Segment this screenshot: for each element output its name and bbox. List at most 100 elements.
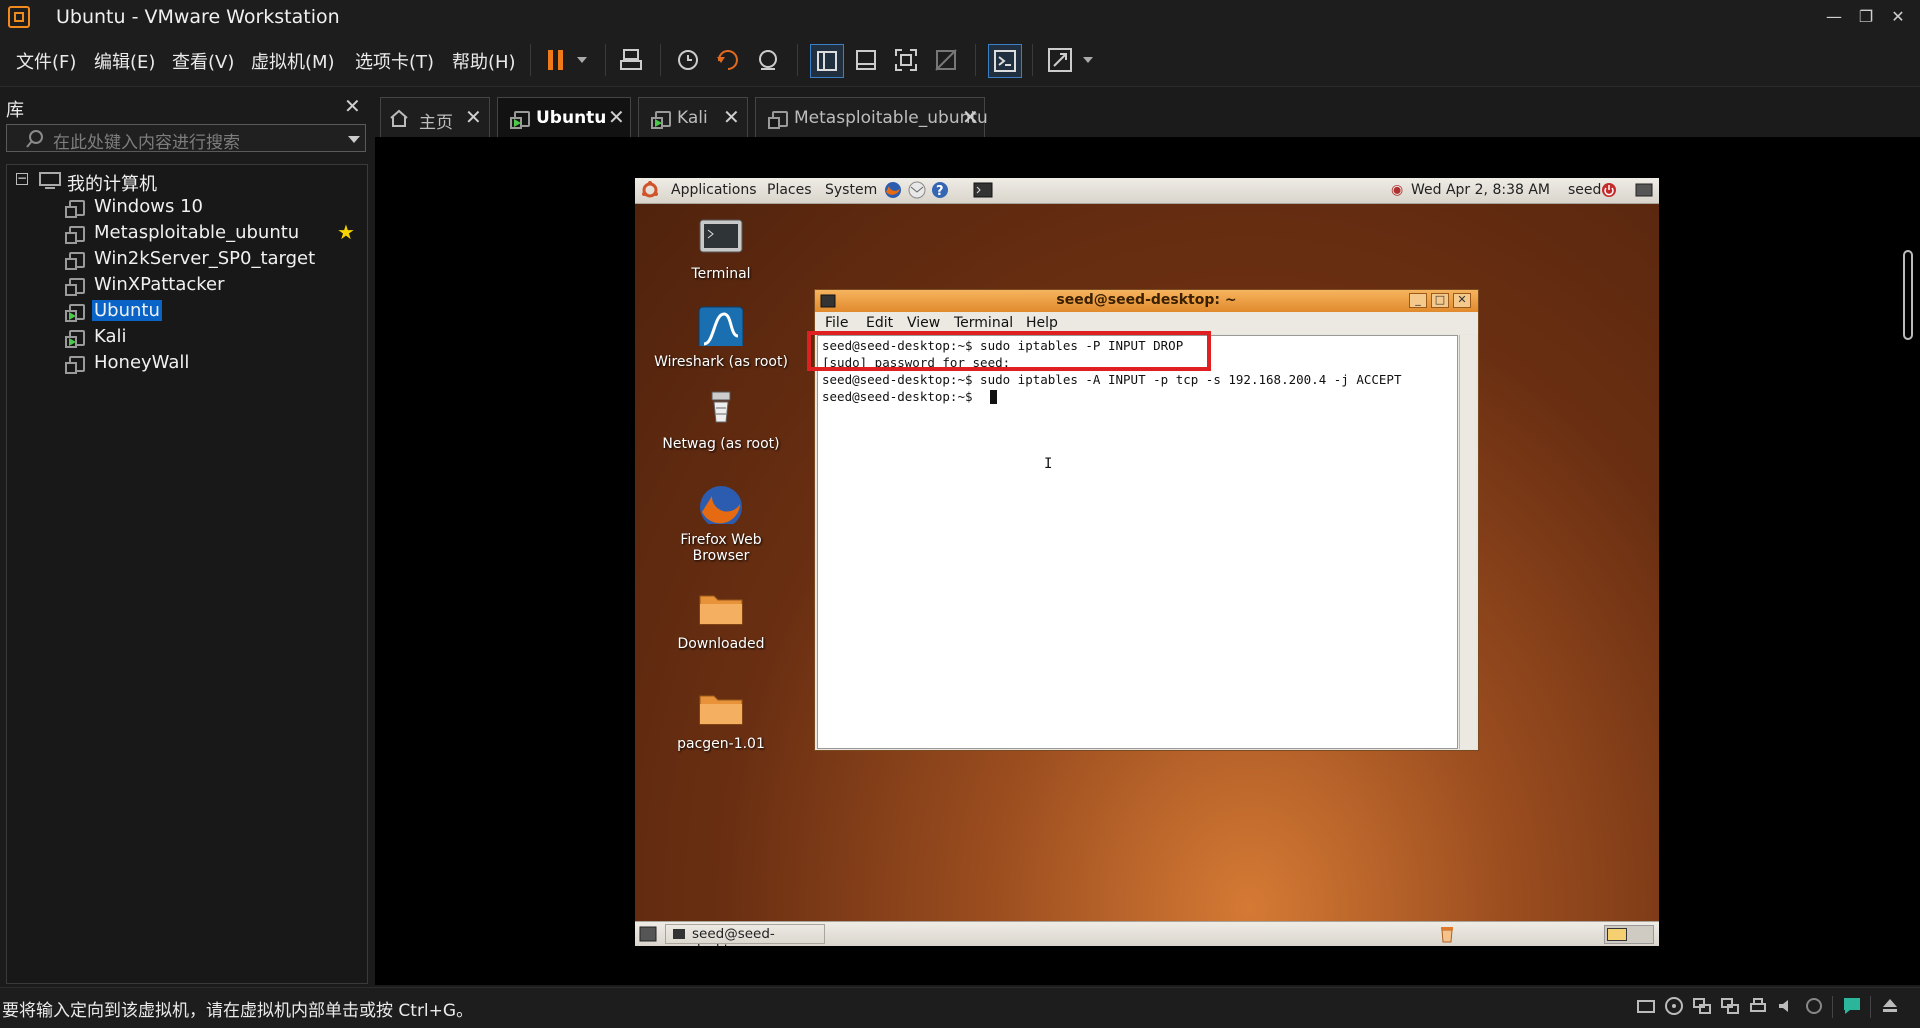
terminal-titlebar[interactable]: seed@seed-desktop: ~ _ □ ✕: [815, 290, 1478, 312]
desktop-icon-pacgen[interactable]: pacgen-1.01: [651, 688, 791, 752]
close-button[interactable]: ✕: [1884, 4, 1912, 30]
terminal-menu-file[interactable]: File: [825, 315, 848, 331]
console-view-icon[interactable]: [988, 44, 1022, 78]
help-icon[interactable]: ?: [931, 181, 949, 199]
tab-close-icon[interactable]: ✕: [723, 105, 740, 129]
desktop-icon-wireshark[interactable]: Wireshark (as root): [651, 306, 791, 370]
snapshot-manager-icon[interactable]: [752, 44, 784, 76]
firefox-icon[interactable]: [883, 180, 903, 200]
tab-label: Ubuntu: [536, 108, 607, 128]
terminal-launcher-icon[interactable]: [973, 182, 993, 198]
pause-icon[interactable]: [540, 44, 572, 76]
network-adapter-icon[interactable]: [1692, 996, 1712, 1016]
vm-item-winxpattacker[interactable]: WinXPattacker: [7, 274, 367, 298]
panel-places[interactable]: Places: [767, 182, 812, 198]
terminal-maximize-button[interactable]: □: [1431, 293, 1449, 308]
printer-icon[interactable]: [1748, 996, 1768, 1016]
vm-item-ubuntu[interactable]: Ubuntu: [7, 300, 367, 324]
workspace-switcher[interactable]: [1604, 925, 1654, 944]
tab-home[interactable]: 主页 ✕: [380, 97, 490, 137]
terminal-title: seed@seed-desktop: ~: [1056, 292, 1237, 308]
message-log-icon[interactable]: [1842, 996, 1862, 1016]
vm-item-windows10[interactable]: Windows 10: [7, 196, 367, 220]
show-library-icon[interactable]: [810, 44, 844, 78]
minimize-button[interactable]: —: [1820, 4, 1848, 30]
hard-disk-icon[interactable]: [1636, 996, 1656, 1016]
send-keys-icon[interactable]: [616, 44, 648, 76]
chevron-down-icon[interactable]: [572, 44, 592, 76]
tab-ubuntu[interactable]: Ubuntu ✕: [497, 97, 631, 137]
fullscreen-icon[interactable]: [890, 44, 922, 76]
terminal-minimize-button[interactable]: _: [1409, 293, 1427, 308]
usb-icon[interactable]: [1804, 996, 1824, 1016]
eject-icon[interactable]: [1880, 996, 1900, 1016]
tab-close-icon[interactable]: ✕: [465, 105, 482, 129]
panel-datetime[interactable]: Wed Apr 2, 8:38 AM: [1411, 182, 1550, 198]
power-icon[interactable]: [1601, 182, 1617, 198]
tab-kali[interactable]: Kali ✕: [638, 97, 748, 137]
terminal-icon: [699, 219, 743, 253]
menu-view[interactable]: 查看(V): [172, 48, 234, 74]
favorite-star-icon[interactable]: ★: [337, 220, 355, 244]
restore-button[interactable]: ❐: [1852, 4, 1880, 30]
menu-help[interactable]: 帮助(H): [452, 48, 516, 74]
tab-close-icon[interactable]: ✕: [962, 105, 979, 129]
snapshot-icon[interactable]: [672, 44, 704, 76]
cd-rom-icon[interactable]: [1664, 996, 1684, 1016]
vm-icon: [65, 356, 85, 374]
tree-root[interactable]: − 我的计算机: [7, 170, 367, 195]
show-desktop-icon[interactable]: [639, 926, 657, 942]
taskbar-terminal-button[interactable]: seed@seed-desktop: ~: [665, 924, 825, 946]
vm-label-selected: Ubuntu: [92, 300, 162, 321]
network-adapter-2-icon[interactable]: [1720, 996, 1740, 1016]
stretch-icon[interactable]: [1044, 44, 1076, 76]
menu-file[interactable]: 文件(F): [16, 48, 76, 74]
firefox-icon: [700, 486, 742, 528]
tab-close-icon[interactable]: ✕: [608, 105, 625, 129]
workspace-1[interactable]: [1607, 928, 1627, 941]
menu-edit[interactable]: 编辑(E): [94, 48, 155, 74]
library-search-input[interactable]: 在此处键入内容进行搜索: [6, 124, 366, 153]
desktop-icon-terminal[interactable]: Terminal: [651, 218, 791, 282]
collapse-icon[interactable]: −: [16, 172, 28, 185]
network-icon[interactable]: ◉: [1391, 182, 1403, 198]
unity-icon[interactable]: [930, 44, 962, 76]
panel-applications[interactable]: Applications: [671, 182, 757, 198]
menu-vm[interactable]: 虚拟机(M): [251, 48, 335, 74]
revert-snapshot-icon[interactable]: [712, 44, 744, 76]
terminal-cursor: [990, 390, 997, 404]
library-close-icon[interactable]: ✕: [344, 94, 361, 118]
thumbnail-bar-icon[interactable]: [850, 44, 882, 76]
vm-item-honeywall[interactable]: HoneyWall: [7, 352, 367, 376]
menu-tabs[interactable]: 选项卡(T): [355, 48, 434, 74]
vm-item-kali[interactable]: Kali: [7, 326, 367, 350]
tab-metasploitable[interactable]: Metasploitable_ubuntu ✕: [755, 97, 988, 137]
desktop-icon-downloaded[interactable]: Downloaded: [651, 588, 791, 652]
svg-text:?: ?: [936, 184, 944, 199]
guest-desktop[interactable]: Applications Places System ? ◉ Wed Apr 2…: [635, 178, 1659, 946]
chevron-down-icon[interactable]: [1078, 44, 1098, 76]
vm-icon: [65, 200, 85, 218]
terminal-scrollbar[interactable]: [1459, 335, 1476, 749]
chevron-down-icon[interactable]: [347, 135, 361, 144]
terminal-output[interactable]: seed@seed-desktop:~$ sudo iptables -P IN…: [817, 335, 1458, 749]
desktop-icon-firefox[interactable]: Firefox Web Browser: [651, 484, 791, 564]
panel-system[interactable]: System: [825, 182, 877, 198]
trash-icon[interactable]: [1438, 925, 1456, 943]
panel-user[interactable]: seed: [1568, 182, 1601, 198]
desktop-icon-netwag[interactable]: Netwag (as root): [651, 388, 791, 452]
mail-icon[interactable]: [907, 181, 927, 199]
vertical-scrollbar[interactable]: [1903, 250, 1913, 340]
terminal-menu-edit[interactable]: Edit: [866, 315, 893, 331]
tab-label: 主页: [419, 113, 453, 133]
terminal-menu-view[interactable]: View: [907, 315, 940, 331]
show-desktop-icon[interactable]: [1635, 183, 1653, 197]
vm-item-win2kserver[interactable]: Win2kServer_SP0_target: [7, 248, 367, 272]
terminal-menu-help[interactable]: Help: [1026, 315, 1058, 331]
folder-icon: [699, 695, 743, 725]
terminal-menu-terminal[interactable]: Terminal: [954, 315, 1013, 331]
terminal-close-button[interactable]: ✕: [1453, 293, 1471, 308]
vm-item-metasploitable[interactable]: Metasploitable_ubuntu ★: [7, 220, 367, 246]
sound-icon[interactable]: [1776, 996, 1796, 1016]
terminal-line: seed@seed-desktop:~$ sudo iptables -A IN…: [822, 372, 1402, 387]
